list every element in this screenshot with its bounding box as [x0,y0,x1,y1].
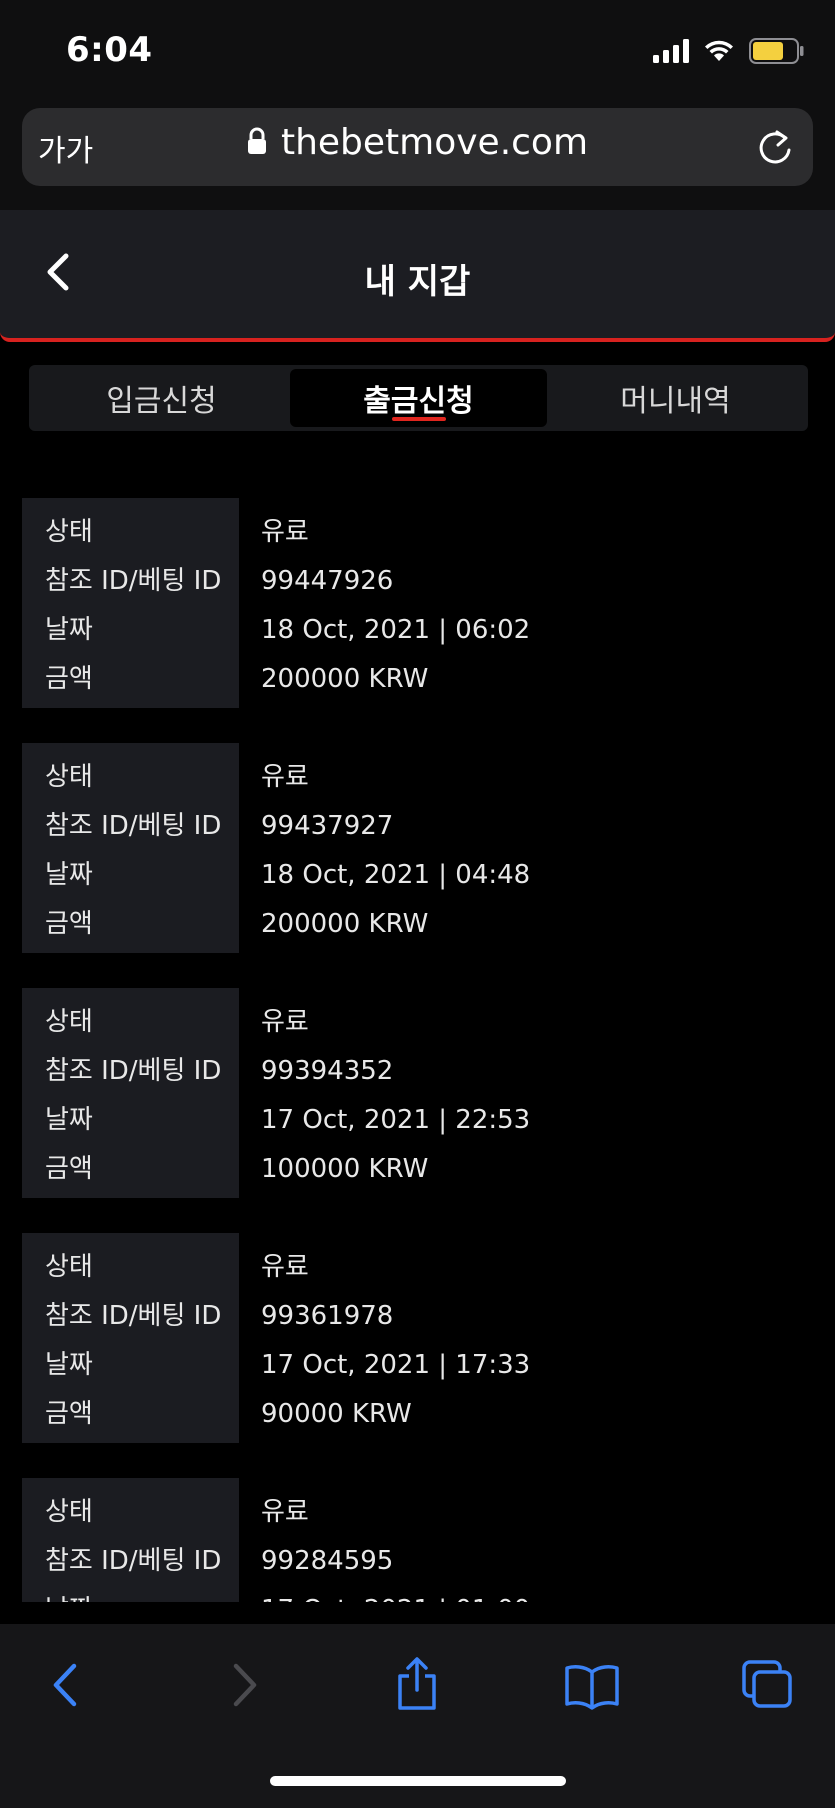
ref-id-value: 99394352 [261,1056,394,1086]
date-label: 날짜 [45,615,93,645]
amount-value: 200000 KRW [261,909,429,939]
address-bar[interactable]: 가가 thebetmove.com [22,108,813,186]
record-card: 상태 참조 ID/베팅 ID 날짜 금액 유료 99394352 17 Oct,… [22,988,813,1198]
record-values: 유료 99447926 18 Oct, 2021 | 06:02 200000 … [239,498,813,708]
status-label: 상태 [45,762,93,792]
amount-value: 90000 KRW [261,1399,412,1429]
status-label: 상태 [45,1497,93,1527]
active-tab-indicator [391,417,446,421]
tab-label: 입금신청 [106,384,217,419]
date-value: 17 Oct, 2021 | 22:53 [261,1105,531,1135]
date-value: 17 Oct, 2021 | 17:33 [261,1350,531,1380]
reload-icon[interactable] [755,126,795,172]
record-card: 상태 참조 ID/베팅 ID 날짜 금액 유료 99284595 17 Oct,… [22,1478,813,1602]
tab-label: 출금신청 [363,384,474,419]
bookmarks-icon[interactable] [564,1662,620,1714]
status-value: 유료 [261,1007,309,1037]
status-time: 6:04 [66,30,153,70]
page-header: 내 지갑 [0,210,835,342]
tab-deposit-request[interactable]: 입금신청 [33,369,290,427]
ref-id-label: 참조 ID/베팅 ID [45,1301,222,1331]
date-label: 날짜 [45,1586,239,1602]
amount-label: 금액 [45,1399,93,1429]
amount-label: 금액 [45,909,93,939]
ref-id-label: 참조 ID/베팅 ID [45,1056,222,1086]
record-card: 상태 참조 ID/베팅 ID 날짜 금액 유료 99447926 18 Oct,… [22,498,813,708]
battery-icon [749,38,805,64]
date-label: 날짜 [45,860,93,890]
home-indicator[interactable] [270,1776,566,1786]
ref-id-label: 참조 ID/베팅 ID [45,811,222,841]
ref-id-value: 99447926 [261,566,394,596]
tabs-overview-icon[interactable] [740,1658,794,1714]
ref-id-value: 99284595 [261,1546,394,1576]
tab-label: 머니내역 [620,384,731,419]
status-value: 유료 [261,1252,309,1282]
ref-id-label: 참조 ID/베팅 ID [45,566,222,596]
record-card: 상태 참조 ID/베팅 ID 날짜 금액 유료 99437927 18 Oct,… [22,743,813,953]
status-icons [653,34,805,68]
status-label: 상태 [45,1252,93,1282]
date-value: 18 Oct, 2021 | 04:48 [261,860,531,890]
url-text: thebetmove.com [280,122,589,163]
url-display[interactable]: thebetmove.com [22,122,813,163]
status-value: 유료 [261,517,309,547]
status-bar: 6:04 [0,0,835,100]
date-label: 날짜 [45,1105,93,1135]
share-icon[interactable] [394,1656,440,1716]
status-value: 유료 [261,1497,309,1527]
tab-withdrawal-request[interactable]: 출금신청 [290,369,547,427]
amount-value: 100000 KRW [261,1154,429,1184]
cellular-signal-icon [653,39,689,63]
record-values: 유료 99437927 18 Oct, 2021 | 04:48 200000 … [239,743,813,953]
record-labels: 상태 참조 ID/베팅 ID 날짜 금액 [22,988,239,1198]
browser-back-icon[interactable] [48,1660,82,1714]
record-labels: 상태 참조 ID/베팅 ID 날짜 금액 [22,1233,239,1443]
record-values: 유료 99394352 17 Oct, 2021 | 22:53 100000 … [239,988,813,1198]
wifi-icon [703,39,735,63]
record-labels: 상태 참조 ID/베팅 ID 날짜 금액 [22,498,239,708]
record-values: 유료 99361978 17 Oct, 2021 | 17:33 90000 K… [239,1233,813,1443]
page-title: 내 지갑 [364,262,471,302]
amount-label: 금액 [45,1154,93,1184]
lock-icon [247,127,267,159]
browser-forward-icon[interactable] [228,1660,262,1714]
record-labels: 상태 참조 ID/베팅 ID 날짜 금액 [22,1478,239,1602]
tab-money-history[interactable]: 머니내역 [547,369,804,427]
status-label: 상태 [45,517,93,547]
withdrawal-records-list[interactable]: 상태 참조 ID/베팅 ID 날짜 금액 유료 99447926 18 Oct,… [22,498,813,1602]
record-labels: 상태 참조 ID/베팅 ID 날짜 금액 [22,743,239,953]
ref-id-label: 참조 ID/베팅 ID [45,1546,222,1576]
amount-value: 200000 KRW [261,664,429,694]
record-values: 유료 99284595 17 Oct, 2021 | 01:00 [239,1478,813,1602]
date-value: 17 Oct, 2021 | 01:00 [261,1586,813,1602]
date-label: 날짜 [45,1350,93,1380]
browser-address-area: 가가 thebetmove.com [0,100,835,210]
amount-label: 금액 [45,664,93,694]
record-card: 상태 참조 ID/베팅 ID 날짜 금액 유료 99361978 17 Oct,… [22,1233,813,1443]
ref-id-value: 99361978 [261,1301,394,1331]
date-value: 18 Oct, 2021 | 06:02 [261,615,531,645]
status-value: 유료 [261,762,309,792]
status-label: 상태 [45,1007,93,1037]
ref-id-value: 99437927 [261,811,394,841]
wallet-tabs: 입금신청 출금신청 머니내역 [29,365,808,431]
